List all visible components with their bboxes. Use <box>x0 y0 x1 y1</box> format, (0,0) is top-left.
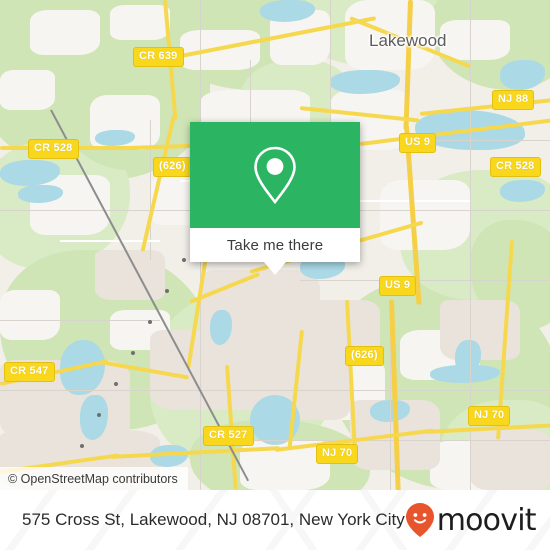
road-shield: (626) <box>345 346 384 366</box>
popup-header <box>190 122 360 228</box>
map-canvas[interactable]: Lakewood CR 639 CR 528 (626) NJ 88 US 9 … <box>0 0 550 490</box>
footer-bar: 575 Cross St, Lakewood, NJ 08701, New Yo… <box>0 490 550 550</box>
attribution-text: © OpenStreetMap contributors <box>8 471 178 486</box>
popup-pointer-tail <box>264 262 286 275</box>
take-me-there-label: Take me there <box>226 236 324 254</box>
road-shield: NJ 88 <box>492 90 535 110</box>
moovit-smiley-pin-icon <box>405 503 434 537</box>
road-shield: NJ 70 <box>468 406 511 426</box>
map-attribution[interactable]: © OpenStreetMap contributors <box>0 467 188 490</box>
road-shield: US 9 <box>399 133 437 153</box>
road-shield: (626) <box>153 157 192 177</box>
road-shield: CR 528 <box>490 157 541 177</box>
moovit-wordmark: moovit <box>436 502 537 538</box>
road-shield: CR 639 <box>133 47 184 67</box>
road-shield: CR 527 <box>203 426 254 446</box>
road-shield: CR 528 <box>28 139 79 159</box>
road-shield: CR 547 <box>4 362 55 382</box>
moovit-logo[interactable]: moovit <box>405 502 536 538</box>
take-me-there-button[interactable]: Take me there <box>190 228 360 262</box>
road-shield: US 9 <box>379 276 417 296</box>
map-screenshot: Lakewood CR 639 CR 528 (626) NJ 88 US 9 … <box>0 0 550 550</box>
road-shield: NJ 70 <box>316 444 359 464</box>
address-label: 575 Cross St, Lakewood, NJ 08701, New Yo… <box>22 510 405 529</box>
location-pin-icon <box>254 146 296 205</box>
location-popup-card[interactable]: Take me there <box>190 122 360 262</box>
